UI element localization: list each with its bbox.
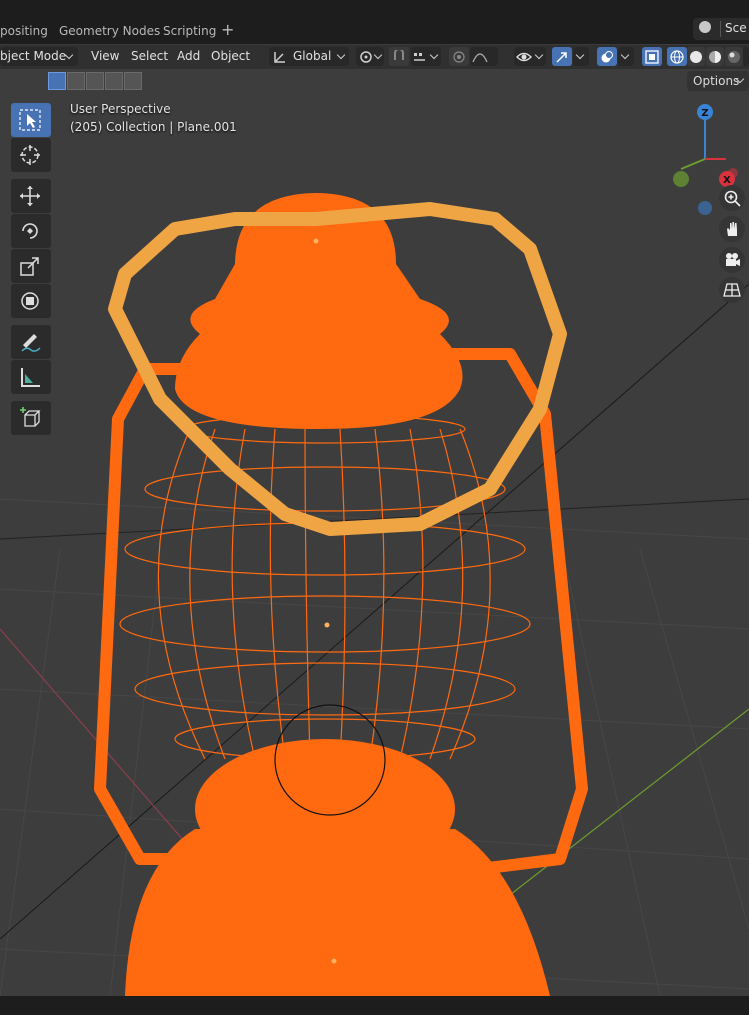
grid-icon: [723, 283, 741, 297]
proportional-edit-icon: [453, 51, 465, 63]
rendered-sphere-icon: [728, 51, 740, 63]
neg-z-axis-handle: [698, 201, 712, 215]
snap-toggle[interactable]: [389, 47, 409, 66]
select-invert-icon[interactable]: [105, 72, 123, 90]
scene-icon: [699, 21, 711, 33]
gizmo-toggle[interactable]: [552, 47, 572, 66]
chevron-down-icon: [429, 50, 439, 60]
proportional-edit-toggle[interactable]: [449, 47, 469, 66]
solid-sphere-icon: [690, 51, 702, 63]
select-intersect-icon[interactable]: [124, 72, 142, 90]
chevron-down-icon: [534, 50, 544, 60]
divider: [720, 21, 721, 37]
camera-icon: [726, 253, 740, 266]
move-icon: [20, 186, 40, 206]
shading-material[interactable]: [706, 47, 724, 66]
tool-add-cube[interactable]: [11, 401, 51, 435]
select-new-icon[interactable]: [48, 72, 66, 90]
tab-geometry-nodes[interactable]: Geometry Nodes: [59, 24, 160, 40]
shading-dropdown[interactable]: [743, 47, 749, 66]
tool-cursor[interactable]: [11, 138, 51, 172]
xray-icon: [645, 50, 659, 64]
chevron-down-icon: [373, 50, 383, 60]
visibility-dropdown[interactable]: [514, 47, 546, 66]
orientation-dropdown[interactable]: Global: [269, 47, 349, 66]
chevron-down-icon: [620, 50, 630, 60]
options-label: Options: [693, 74, 740, 88]
menu-view[interactable]: View: [91, 49, 119, 63]
mode-label: bject Mode: [0, 49, 67, 63]
tool-annotate[interactable]: [11, 325, 51, 359]
mode-dropdown[interactable]: bject Mode: [0, 47, 78, 66]
material-sphere-icon: [709, 51, 721, 63]
pan-button[interactable]: [719, 216, 745, 242]
chevron-down-icon: [575, 50, 585, 60]
magnet-icon: [394, 50, 404, 60]
tool-scale[interactable]: [11, 249, 51, 283]
shading-rendered[interactable]: [725, 47, 743, 66]
scale-icon: [20, 257, 39, 276]
tool-rotate[interactable]: [11, 214, 51, 248]
add-workspace-icon[interactable]: +: [221, 20, 234, 39]
top-bar: positing Geometry Nodes Scripting + Sce: [0, 0, 749, 44]
viewport-header: bject Mode View Select Add Object Global: [0, 44, 749, 69]
overlay-icon: [601, 51, 613, 63]
tool-move[interactable]: [11, 179, 51, 213]
view-name: User Perspective: [70, 102, 171, 116]
rotate-icon: [22, 223, 38, 239]
scene-name: Sce: [725, 21, 747, 35]
overlay-dropdown[interactable]: [618, 47, 634, 66]
scene-render: [0, 193, 749, 996]
zoom-button[interactable]: [719, 185, 745, 211]
tool-select-box[interactable]: [11, 103, 51, 137]
chevron-down-icon: [336, 50, 346, 60]
xray-toggle[interactable]: [642, 47, 662, 66]
y-axis-handle: [673, 171, 689, 187]
annotate-icon: [21, 334, 41, 352]
neg-x-axis-handle: [728, 168, 738, 178]
collection-info: (205) Collection | Plane.001: [70, 120, 237, 134]
pivot-dropdown[interactable]: [356, 47, 384, 66]
tool-transform[interactable]: [11, 284, 51, 318]
wireframe-sphere-icon: [670, 50, 684, 64]
gizmo-icon: [556, 52, 567, 63]
options-button[interactable]: Options: [687, 71, 749, 91]
eye-icon: [516, 52, 532, 62]
menu-add[interactable]: Add: [177, 49, 200, 63]
ortho-toggle-button[interactable]: [719, 277, 745, 303]
menu-select[interactable]: Select: [131, 49, 168, 63]
falloff-dropdown[interactable]: [470, 47, 498, 66]
shading-solid[interactable]: [687, 47, 705, 66]
menu-object[interactable]: Object: [211, 49, 250, 63]
shading-wireframe[interactable]: [667, 47, 687, 66]
zoom-icon: [724, 190, 741, 207]
status-bar: [0, 996, 749, 1015]
orientation-label: Global: [293, 49, 332, 63]
transform-icon: [21, 292, 39, 310]
select-subtract-icon[interactable]: [86, 72, 104, 90]
select-box-icon: [19, 109, 41, 131]
measure-icon: [21, 368, 40, 387]
tab-scripting[interactable]: Scripting: [163, 24, 216, 40]
snap-increment-icon: [414, 53, 425, 61]
add-cube-icon: [20, 407, 41, 427]
camera-view-button[interactable]: [719, 247, 745, 273]
z-axis-label: Z: [701, 108, 708, 119]
hand-icon: [727, 222, 737, 236]
gizmo-dropdown[interactable]: [573, 47, 589, 66]
3d-viewport[interactable]: Options User Perspective (205) Collectio…: [0, 69, 749, 996]
falloff-curve-icon: [472, 53, 488, 63]
tab-compositing[interactable]: positing: [0, 24, 48, 40]
scene-selector[interactable]: Sce: [693, 18, 749, 40]
tool-measure[interactable]: [11, 360, 51, 394]
cursor-icon: [20, 145, 40, 165]
snap-target-dropdown[interactable]: [411, 47, 441, 66]
pivot-icon: [360, 51, 372, 63]
orientation-icon: [274, 52, 285, 63]
overlay-toggle[interactable]: [597, 47, 617, 66]
select-extend-icon[interactable]: [67, 72, 85, 90]
